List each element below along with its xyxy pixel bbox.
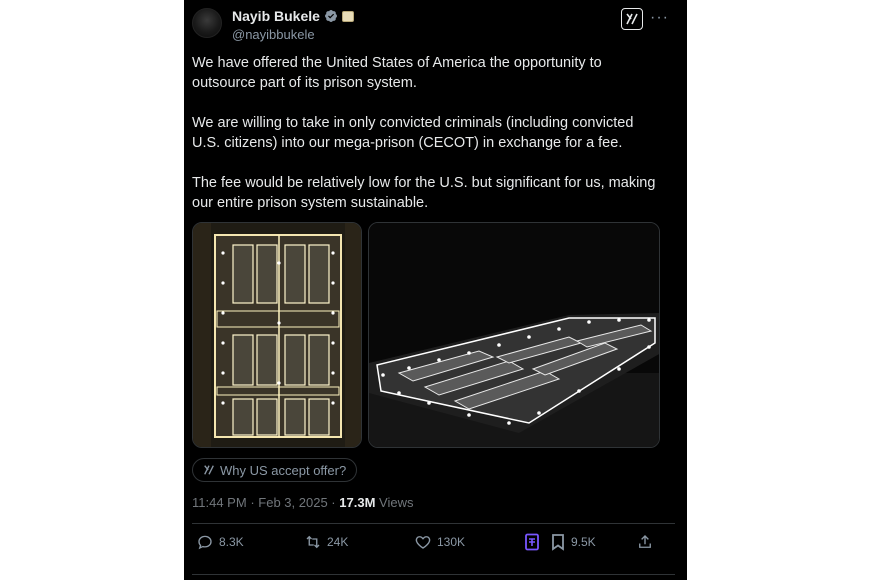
grok-suggestion-label: Why US accept offer?: [220, 462, 347, 478]
retweet-icon: [306, 535, 320, 549]
tweet-header: Nayib Bukele @nayibbukele ···: [192, 8, 677, 44]
tweet-time[interactable]: 11:44 PM: [192, 495, 247, 510]
tweet-meta: 11:44 PM · Feb 3, 2025 · 17.3M Views: [192, 495, 413, 510]
views-count: 17.3M: [339, 495, 376, 510]
share-button[interactable]: [636, 533, 654, 551]
grok-icon[interactable]: [621, 8, 643, 30]
author-display-name[interactable]: Nayib Bukele: [232, 8, 320, 24]
reply-icon: [198, 535, 212, 550]
verified-badge-icon[interactable]: [324, 9, 338, 23]
bookmark-count: 9.5K: [571, 535, 596, 549]
grok-suggestion-chip[interactable]: Why US accept offer?: [192, 458, 358, 482]
grok-analyze-button[interactable]: [524, 533, 540, 551]
media-image-aerial-night[interactable]: [368, 222, 660, 448]
share-icon: [639, 535, 651, 548]
like-count: 130K: [437, 535, 466, 549]
reply-button[interactable]: 8.3K: [196, 533, 244, 551]
tweet-text: We have offered the United States of Ame…: [192, 53, 662, 233]
tweet-paragraph: The fee would be relatively low for the …: [192, 175, 656, 211]
bookmark-button[interactable]: 9.5K: [550, 533, 596, 551]
tweet-date[interactable]: Feb 3, 2025: [258, 495, 327, 510]
reply-count: 8.3K: [219, 535, 244, 549]
grok-icon: [204, 465, 214, 475]
media-image-aerial-topdown[interactable]: [192, 222, 362, 448]
action-bar: 8.3K 24K 130K 9.5K: [194, 533, 660, 555]
repost-button[interactable]: 24K: [304, 533, 348, 551]
author-name-row: Nayib Bukele: [232, 8, 354, 24]
meta-separator: ·: [250, 495, 255, 510]
more-icon[interactable]: ···: [650, 10, 669, 26]
tweet-card: Nayib Bukele @nayibbukele ··· We have of…: [184, 0, 687, 580]
divider: [192, 523, 675, 524]
like-button[interactable]: 130K: [414, 533, 465, 551]
author-handle[interactable]: @nayibbukele: [232, 27, 315, 42]
like-icon: [415, 536, 431, 549]
divider: [192, 574, 675, 575]
flag-emoji-icon: [341, 10, 354, 22]
views-label: Views: [379, 495, 414, 510]
bookmark-icon: [552, 534, 564, 551]
grok-analyze-icon: [525, 533, 539, 551]
repost-count: 24K: [327, 535, 349, 549]
meta-separator: ·: [331, 495, 336, 510]
tweet-paragraph: We have offered the United States of Ame…: [192, 55, 602, 91]
tweet-paragraph: We are willing to take in only convicted…: [192, 115, 634, 151]
avatar[interactable]: [192, 8, 222, 38]
tweet-media: [192, 222, 660, 448]
